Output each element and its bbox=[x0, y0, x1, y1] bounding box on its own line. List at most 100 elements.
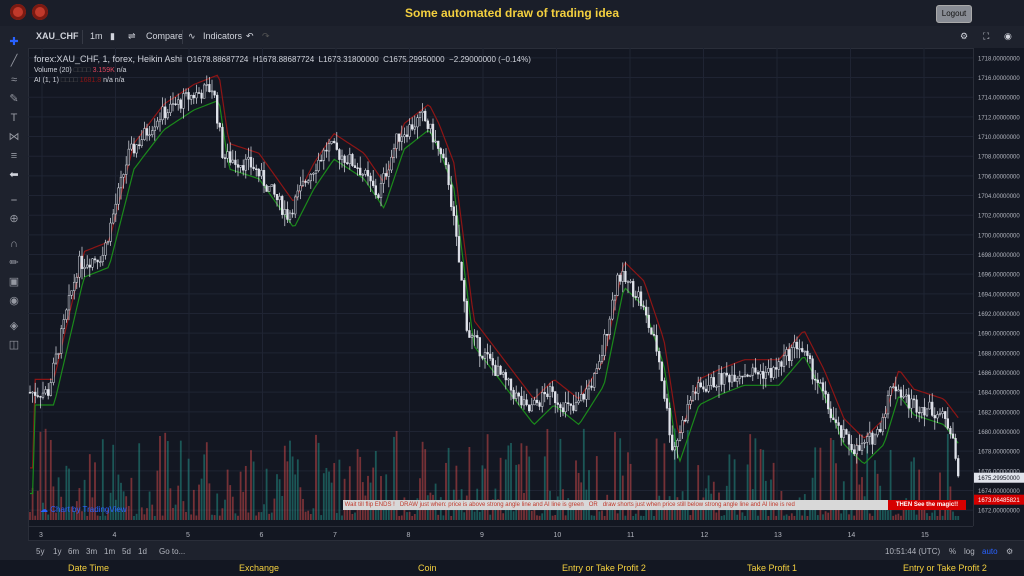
volume-bar bbox=[697, 465, 700, 520]
candle-body bbox=[647, 314, 650, 328]
volume-bar bbox=[741, 512, 744, 520]
footer-entry-tp2-b: Entry or Take Profit 2 bbox=[903, 563, 987, 573]
fullscreen-icon[interactable]: ⛶ bbox=[983, 31, 989, 42]
log-toggle[interactable]: log bbox=[964, 547, 975, 556]
volume-bar bbox=[312, 508, 315, 520]
goto-button[interactable]: Go to... bbox=[159, 547, 185, 556]
fib-icon[interactable]: ≈ bbox=[6, 73, 22, 87]
toolbar-divider bbox=[82, 30, 83, 44]
volume-bar bbox=[894, 514, 897, 520]
chart-pane[interactable] bbox=[28, 48, 998, 526]
compare-button[interactable]: Compare bbox=[146, 31, 183, 41]
magnet-icon[interactable]: ∩ bbox=[6, 237, 22, 251]
candle-body bbox=[894, 386, 897, 392]
volume-bar bbox=[372, 467, 375, 520]
volume-bar bbox=[601, 510, 603, 520]
candle-body bbox=[151, 130, 154, 136]
camera-icon[interactable]: ◉ bbox=[1004, 31, 1012, 42]
symbol-search[interactable]: XAU_CHF bbox=[36, 31, 79, 41]
candle-body bbox=[169, 103, 172, 114]
volume-study-label[interactable]: Volume (20) bbox=[34, 67, 72, 74]
range-6m[interactable]: 6m bbox=[68, 547, 79, 556]
volume-bar bbox=[840, 513, 843, 520]
candle-body bbox=[470, 335, 474, 338]
range-3m[interactable]: 3m bbox=[86, 547, 97, 556]
percent-toggle[interactable]: % bbox=[949, 547, 956, 556]
scale-settings-icon[interactable]: ⚙ bbox=[1006, 547, 1013, 556]
volume-bar bbox=[928, 515, 931, 520]
indicators-icon[interactable]: ∿ bbox=[188, 31, 196, 42]
brush-icon[interactable]: ✎ bbox=[6, 92, 22, 106]
candle-body bbox=[184, 92, 188, 94]
candle-body bbox=[840, 425, 843, 438]
pattern-icon[interactable]: ⋈ bbox=[6, 130, 22, 144]
candle-body bbox=[663, 380, 666, 399]
indicators-button[interactable]: Indicators bbox=[203, 31, 242, 41]
auto-toggle[interactable]: auto bbox=[982, 547, 998, 556]
eye-icon[interactable]: ◉ bbox=[6, 294, 22, 308]
layers-icon[interactable]: ◈ bbox=[6, 319, 22, 333]
candle-body bbox=[689, 400, 692, 405]
zoom-in-icon[interactable]: ⊕ bbox=[6, 212, 22, 226]
candle-body bbox=[119, 176, 123, 189]
candle-body bbox=[678, 432, 682, 441]
candle-body bbox=[907, 394, 910, 409]
candle-body bbox=[665, 398, 669, 409]
volume-bar bbox=[335, 513, 338, 520]
trend-line-icon[interactable]: ╱ bbox=[6, 54, 22, 68]
ruler-icon[interactable]: ⎯ bbox=[6, 193, 22, 207]
settings-icon[interactable]: ⚙ bbox=[960, 31, 968, 42]
legend-series[interactable]: forex:XAU_CHF, 1, forex, Heikin Ashi bbox=[34, 54, 182, 64]
draw-mode-icon[interactable]: ✏ bbox=[6, 256, 22, 270]
time-axis[interactable]: 34567891011121314151617181910: bbox=[28, 526, 1002, 541]
time-tick-label: 7 bbox=[333, 532, 337, 539]
compare-icon[interactable]: ⇌ bbox=[128, 31, 136, 42]
volume-bar bbox=[484, 468, 486, 520]
candle-body bbox=[772, 367, 775, 378]
range-1d[interactable]: 1d bbox=[138, 547, 147, 556]
candle-body bbox=[273, 184, 276, 195]
range-1y[interactable]: 1y bbox=[53, 547, 61, 556]
study-controls-icon[interactable]: □□□□ bbox=[74, 67, 91, 74]
price-scale[interactable]: 1718.00000000 1716.00000000 1714.00000000 1… bbox=[973, 48, 1024, 526]
price-chart[interactable] bbox=[28, 48, 998, 526]
candle-body bbox=[286, 209, 289, 220]
candle-body bbox=[853, 449, 856, 455]
trash-icon[interactable]: ◫ bbox=[6, 338, 22, 352]
candle-body bbox=[359, 167, 362, 176]
candle-body bbox=[569, 403, 572, 406]
volume-bar bbox=[445, 462, 447, 520]
volume-bar bbox=[307, 510, 310, 520]
study-controls-icon[interactable]: □□□□ bbox=[61, 77, 78, 84]
undo-icon[interactable]: ↶ bbox=[246, 31, 254, 42]
candle-body bbox=[174, 103, 177, 105]
candle-body bbox=[712, 377, 715, 388]
ai-study-label[interactable]: AI (1, 1) bbox=[34, 77, 59, 84]
range-5d[interactable]: 5d bbox=[122, 547, 131, 556]
forecast-icon[interactable]: ≡ bbox=[6, 149, 22, 163]
candle-body bbox=[418, 112, 422, 118]
range-5y[interactable]: 5y bbox=[36, 547, 44, 556]
candle-body bbox=[450, 184, 453, 207]
range-1m[interactable]: 1m bbox=[104, 547, 115, 556]
text-icon[interactable]: T bbox=[6, 111, 22, 125]
watermark[interactable]: ☁ Chart by TradingView bbox=[40, 505, 127, 514]
lock-icon[interactable]: ▣ bbox=[6, 275, 22, 289]
volume-bar bbox=[213, 515, 216, 520]
crosshair-icon[interactable]: ✚ bbox=[6, 35, 22, 49]
logout-button[interactable]: Logout bbox=[936, 5, 972, 23]
candle-body bbox=[78, 255, 81, 278]
candle-body bbox=[476, 335, 479, 338]
volume-bar bbox=[34, 515, 37, 520]
candle-body bbox=[551, 386, 554, 392]
interval-button[interactable]: 1m bbox=[90, 31, 103, 41]
volume-bar bbox=[554, 515, 557, 520]
last-price-label: 1675.29950000 bbox=[978, 476, 1020, 482]
candle-body bbox=[335, 142, 338, 150]
candle-body bbox=[395, 133, 398, 149]
chart-type-icon[interactable]: ▮ bbox=[110, 31, 115, 42]
volume-bar bbox=[104, 515, 107, 520]
redo-icon[interactable]: ↷ bbox=[262, 31, 270, 42]
arrow-left-icon[interactable]: ⬅ bbox=[6, 168, 22, 182]
volume-bar bbox=[933, 510, 936, 520]
